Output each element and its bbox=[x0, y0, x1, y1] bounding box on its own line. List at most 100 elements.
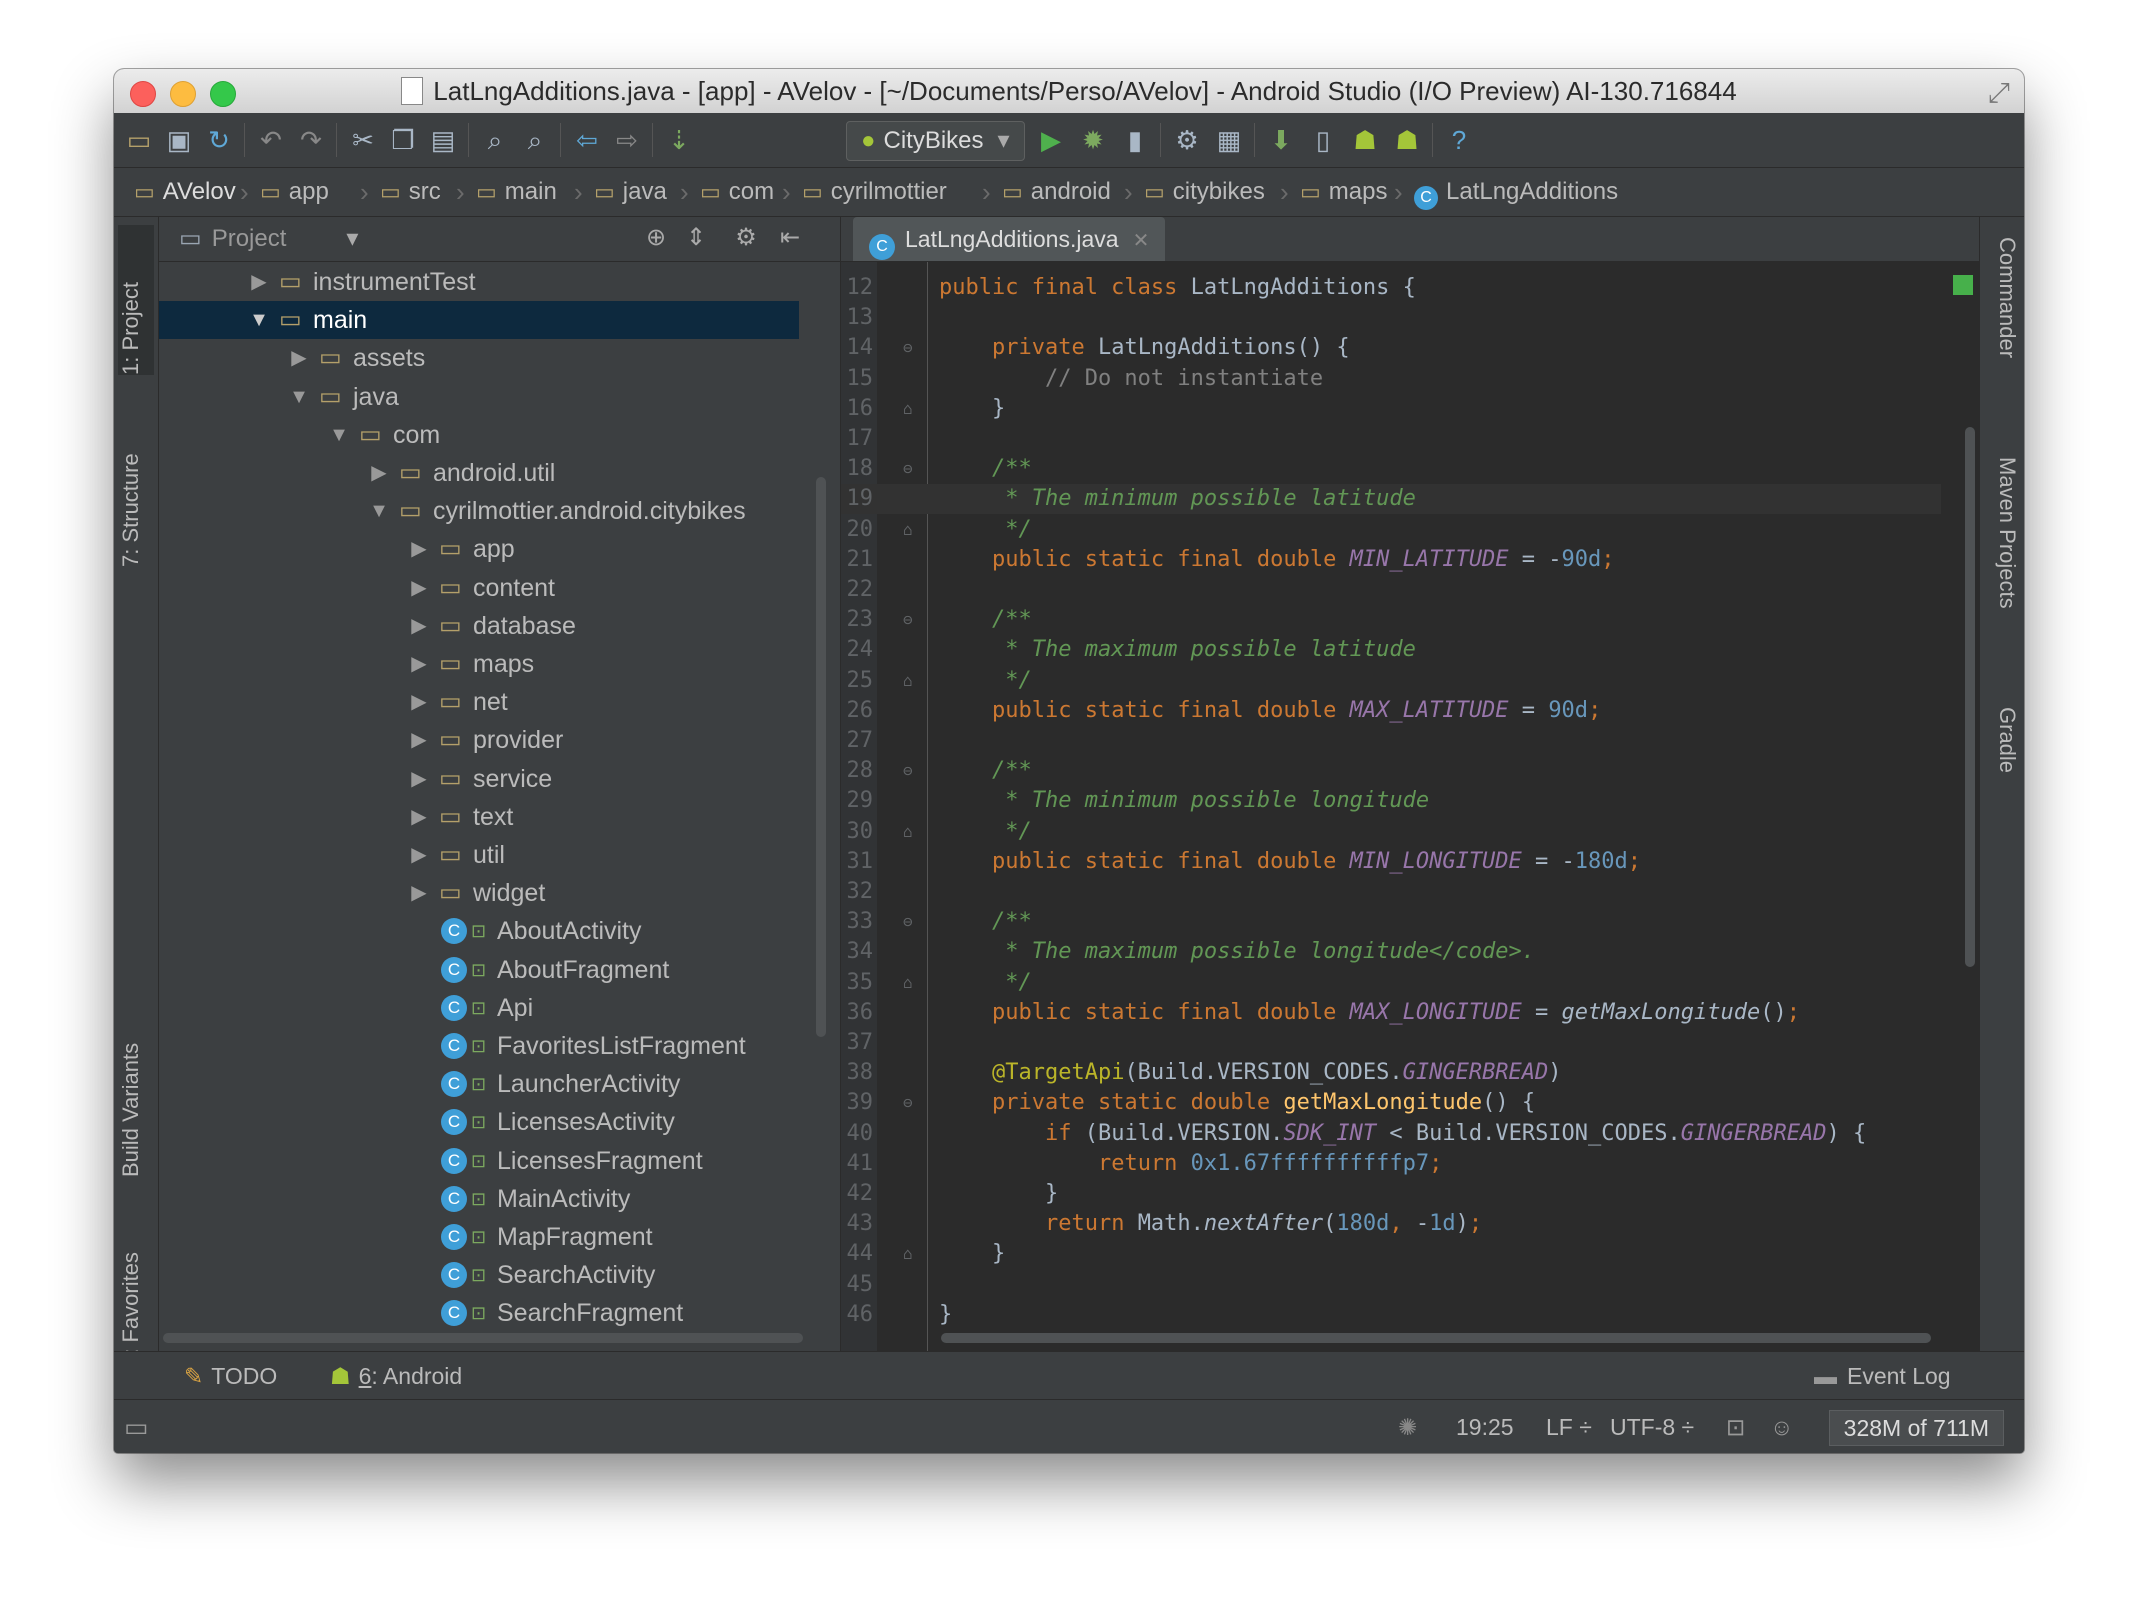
tree-class-favoriteslistfragment[interactable]: C ⊡ FavoritesListFragment bbox=[159, 1027, 799, 1065]
help-icon[interactable]: ? bbox=[1442, 123, 1476, 157]
code-line[interactable]: 41 return 0x1.67ffffffffffp7; bbox=[841, 1149, 1941, 1179]
collapsed-arrow-icon[interactable]: ▶ bbox=[407, 760, 431, 798]
back-icon[interactable]: ⇦ bbox=[570, 123, 604, 157]
tree-class-mapfragment[interactable]: C ⊡ MapFragment bbox=[159, 1218, 799, 1256]
redo-icon[interactable]: ↷ bbox=[294, 123, 328, 157]
code-line[interactable]: 19 * The minimum possible latitude bbox=[841, 484, 1941, 515]
code-line[interactable]: 39 ⊖ private static double getMaxLongitud… bbox=[841, 1088, 1941, 1118]
breadcrumb-latlngadditions[interactable]: C LatLngAdditions bbox=[1414, 168, 1618, 216]
code-line[interactable]: 44 ⌂ } bbox=[841, 1239, 1941, 1269]
tree-folder-provider[interactable]: ▶ ▭ provider bbox=[159, 721, 799, 759]
tree-folder-com[interactable]: ▼ ▭ com bbox=[159, 416, 799, 454]
fold-open-icon[interactable]: ⊖ bbox=[903, 605, 913, 635]
copy-icon[interactable]: ❐ bbox=[386, 123, 420, 157]
tree-folder-java[interactable]: ▼ ▭ java bbox=[159, 378, 799, 416]
fold-open-icon[interactable]: ⊖ bbox=[903, 333, 913, 363]
collapsed-arrow-icon[interactable]: ▶ bbox=[367, 454, 391, 492]
editor-horizontal-scrollbar[interactable] bbox=[941, 1333, 1931, 1343]
code-line[interactable]: 36 public static final double MAX_LONGIT… bbox=[841, 998, 1941, 1028]
fold-open-icon[interactable]: ⊖ bbox=[903, 454, 913, 484]
sync-icon[interactable]: ↻ bbox=[202, 123, 236, 157]
open-folder-icon[interactable]: ▭ bbox=[122, 123, 156, 157]
paste-icon[interactable]: ▤ bbox=[426, 123, 460, 157]
settings-icon[interactable]: ⚙ bbox=[1170, 123, 1204, 157]
encoding-select[interactable]: UTF-8 ÷ bbox=[1610, 1400, 1694, 1453]
tree-folder-service[interactable]: ▶ ▭ service bbox=[159, 760, 799, 798]
tab-project[interactable]: 1: Project bbox=[118, 225, 154, 375]
code-line[interactable]: 20 ⌂ */ bbox=[841, 515, 1941, 545]
code-line[interactable]: 24 * The maximum possible latitude bbox=[841, 635, 1941, 665]
code-line[interactable]: 33 ⊖ /** bbox=[841, 907, 1941, 937]
breadcrumb-com[interactable]: ▭ com bbox=[700, 168, 774, 216]
collapsed-arrow-icon[interactable]: ▶ bbox=[407, 569, 431, 607]
code-line[interactable]: 16 ⌂ } bbox=[841, 394, 1941, 424]
collapsed-arrow-icon[interactable]: ▶ bbox=[407, 798, 431, 836]
tree-class-searchactivity[interactable]: C ⊡ SearchActivity bbox=[159, 1256, 799, 1294]
run-icon[interactable]: ▶ bbox=[1034, 123, 1068, 157]
tab-structure[interactable]: 7: Structure bbox=[118, 397, 154, 567]
tree-folder-text[interactable]: ▶ ▭ text bbox=[159, 798, 799, 836]
avd-manager-icon[interactable]: ▯ bbox=[1306, 123, 1340, 157]
tree-class-launcheractivity[interactable]: C ⊡ LauncherActivity bbox=[159, 1065, 799, 1103]
fold-open-icon[interactable]: ⊖ bbox=[903, 756, 913, 786]
breadcrumb-maps[interactable]: ▭ maps bbox=[1300, 168, 1387, 216]
debug-icon[interactable]: ✹ bbox=[1076, 123, 1110, 157]
expanded-arrow-icon[interactable]: ▼ bbox=[247, 301, 271, 339]
tab-build-variants[interactable]: Build Variants bbox=[118, 997, 154, 1177]
code-line[interactable]: 13 bbox=[841, 303, 1941, 333]
editor-tab-latlngadditions[interactable]: C LatLngAdditions.java ✕ bbox=[853, 217, 1166, 261]
android-tool-button[interactable]: ☗ 6: Android bbox=[330, 1352, 462, 1400]
breadcrumb-src[interactable]: ▭ src bbox=[380, 168, 441, 216]
code-line[interactable]: 45 bbox=[841, 1270, 1941, 1300]
forward-icon[interactable]: ⇨ bbox=[610, 123, 644, 157]
code-line[interactable]: 18 ⊖ /** bbox=[841, 454, 1941, 484]
tab-gradle[interactable]: Gradle bbox=[1984, 707, 2020, 827]
tree-folder-widget[interactable]: ▶ ▭ widget bbox=[159, 874, 799, 912]
code-line[interactable]: 17 bbox=[841, 424, 1941, 454]
code-line[interactable]: 46} bbox=[841, 1300, 1941, 1330]
tree-class-searchfragment[interactable]: C ⊡ SearchFragment bbox=[159, 1294, 799, 1332]
fold-open-icon[interactable]: ⊖ bbox=[903, 1088, 913, 1118]
collapsed-arrow-icon[interactable]: ▶ bbox=[247, 263, 271, 301]
code-line[interactable]: 21 public static final double MIN_LATITU… bbox=[841, 545, 1941, 575]
tree-folder-net[interactable]: ▶ ▭ net bbox=[159, 683, 799, 721]
code-line[interactable]: 34 * The maximum possible longitude</cod… bbox=[841, 937, 1941, 967]
tree-folder-maps[interactable]: ▶ ▭ maps bbox=[159, 645, 799, 683]
code-line[interactable]: 30 ⌂ */ bbox=[841, 817, 1941, 847]
hide-panel-icon[interactable]: ⇤ bbox=[773, 221, 807, 255]
code-line[interactable]: 31 public static final double MIN_LONGIT… bbox=[841, 847, 1941, 877]
tree-class-mainactivity[interactable]: C ⊡ MainActivity bbox=[159, 1180, 799, 1218]
collapsed-arrow-icon[interactable]: ▶ bbox=[407, 836, 431, 874]
code-line[interactable]: 12 public final class LatLngAdditions { bbox=[841, 273, 1941, 303]
code-line[interactable]: 23 ⊖ /** bbox=[841, 605, 1941, 635]
fold-end-icon[interactable]: ⌂ bbox=[903, 394, 913, 424]
code-line[interactable]: 35 ⌂ */ bbox=[841, 968, 1941, 998]
code-line[interactable]: 26 public static final double MAX_LATITU… bbox=[841, 696, 1941, 726]
cut-icon[interactable]: ✂ bbox=[346, 123, 380, 157]
tree-class-api[interactable]: C ⊡ Api bbox=[159, 989, 799, 1027]
code-line[interactable]: 14 ⊖ private LatLngAdditions() { bbox=[841, 333, 1941, 363]
code-line[interactable]: 27 bbox=[841, 726, 1941, 756]
editor-vertical-scrollbar[interactable] bbox=[1965, 427, 1975, 967]
breadcrumb-cyrilmottier[interactable]: ▭ cyrilmottier bbox=[802, 168, 947, 216]
fullscreen-icon[interactable]: ⤢ bbox=[1988, 77, 2010, 110]
tree-folder-android-util[interactable]: ▶ ▭ android.util bbox=[159, 454, 799, 492]
tree-folder-app[interactable]: ▶ ▭ app bbox=[159, 530, 799, 568]
tree-class-licensesfragment[interactable]: C ⊡ LicensesFragment bbox=[159, 1142, 799, 1180]
code-line[interactable]: 37 bbox=[841, 1028, 1941, 1058]
expanded-arrow-icon[interactable]: ▼ bbox=[327, 416, 351, 454]
project-structure-icon[interactable]: ▦ bbox=[1212, 123, 1246, 157]
monitor-icon[interactable]: ☗ bbox=[1348, 123, 1382, 157]
fold-end-icon[interactable]: ⌂ bbox=[903, 817, 913, 847]
code-line[interactable]: 25 ⌂ */ bbox=[841, 666, 1941, 696]
breadcrumb-main[interactable]: ▭ main bbox=[476, 168, 557, 216]
tab-favorites[interactable]: 2: Favorites bbox=[118, 1217, 154, 1367]
collapsed-arrow-icon[interactable]: ▶ bbox=[407, 645, 431, 683]
tree-folder-database[interactable]: ▶ ▭ database bbox=[159, 607, 799, 645]
code-line[interactable]: 42 } bbox=[841, 1179, 1941, 1209]
tree-folder-util[interactable]: ▶ ▭ util bbox=[159, 836, 799, 874]
tree-class-aboutactivity[interactable]: C ⊡ AboutActivity bbox=[159, 912, 799, 950]
breadcrumb-android[interactable]: ▭ android bbox=[1002, 168, 1111, 216]
code-line[interactable]: 28 ⊖ /** bbox=[841, 756, 1941, 786]
collapsed-arrow-icon[interactable]: ▶ bbox=[407, 721, 431, 759]
